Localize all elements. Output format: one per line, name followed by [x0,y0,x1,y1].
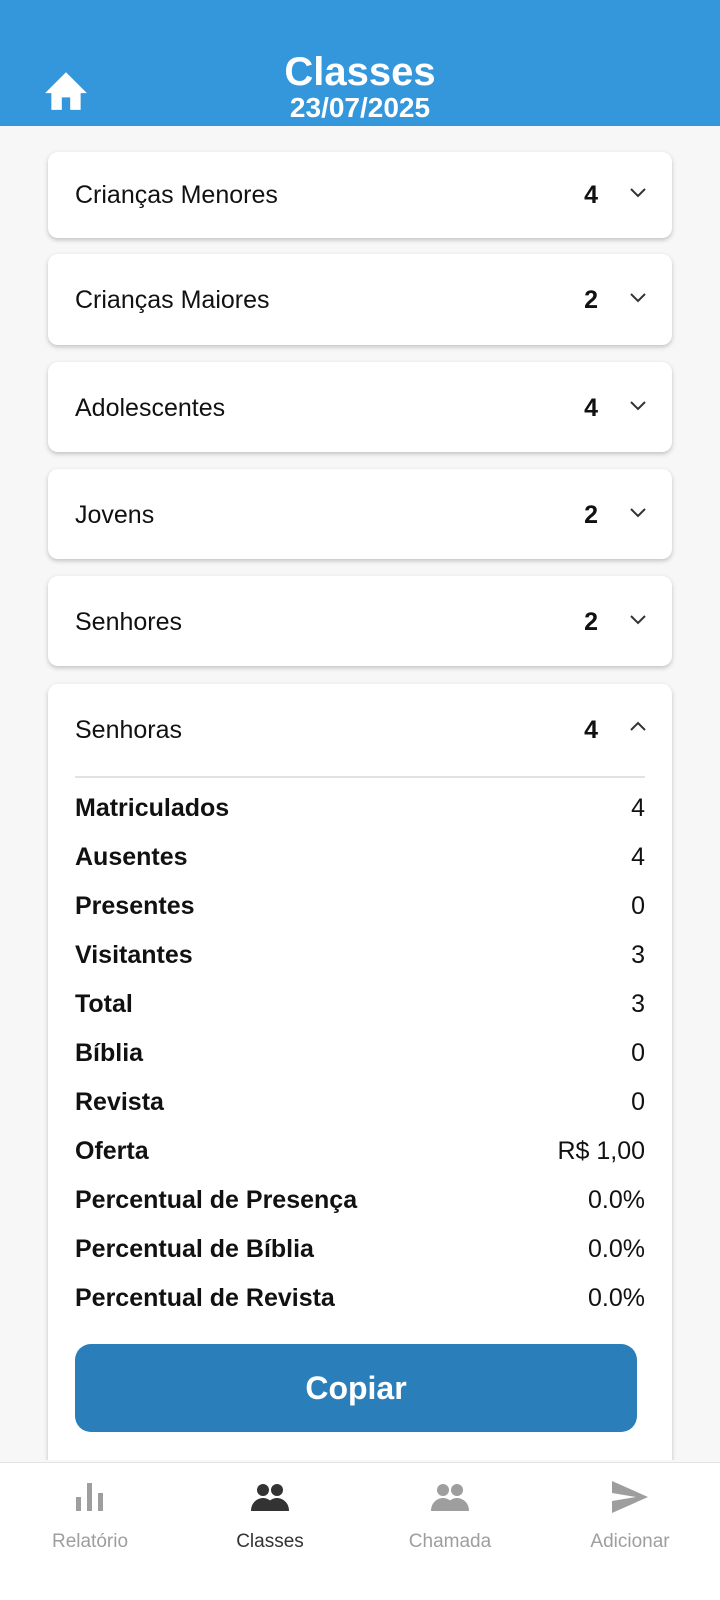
stat-value: 0 [631,892,645,920]
stat-row-biblia: Bíblia 0 [75,1029,645,1078]
stat-label: Percentual de Presença [75,1186,358,1214]
stat-label: Oferta [75,1137,149,1165]
nav-label: Adicionar [590,1531,670,1552]
class-card-adolescentes[interactable]: Adolescentes 4 [48,362,672,452]
nav-label: Classes [236,1531,304,1552]
class-count: 2 [584,501,598,529]
class-name: Senhores [75,608,183,636]
app-header: Classes 23/07/2025 [0,0,720,126]
class-count: 2 [584,608,598,636]
nav-label: Relatório [51,1531,129,1552]
class-card-jovens[interactable]: Jovens 2 [48,469,672,559]
stat-row-oferta: Oferta R$ 1,00 [75,1127,645,1176]
stat-value: 0 [631,1088,645,1116]
stat-row-matriculados: Matriculados 4 [75,784,645,833]
class-card-criancas-menores[interactable]: Crianças Menores 4 [48,152,672,238]
chevron-down-icon[interactable] [628,505,648,519]
class-name: Senhoras [75,716,183,744]
class-card-header[interactable]: Senhores 2 [48,576,672,668]
stat-label: Presentes [75,892,195,920]
stat-row-percentual-revista: Percentual de Revista 0.0% [75,1274,645,1323]
chevron-down-icon[interactable] [628,398,648,412]
class-card-header[interactable]: Jovens 2 [48,469,672,561]
nav-item-classes[interactable]: Classes [180,1463,360,1600]
stat-label: Bíblia [75,1039,144,1067]
stat-row-percentual-biblia: Percentual de Bíblia 0.0% [75,1225,645,1274]
divider [75,776,645,778]
stat-value: 0.0% [588,1284,645,1312]
stat-row-revista: Revista 0 [75,1078,645,1127]
class-count: 4 [584,181,598,209]
nav-item-adicionar[interactable]: Adicionar [540,1463,720,1600]
stat-value: 3 [631,990,645,1018]
chevron-down-icon[interactable] [628,290,648,304]
stat-label: Matriculados [75,794,230,822]
class-card-header[interactable]: Crianças Maiores 2 [48,254,672,346]
stat-value: 0.0% [588,1186,645,1214]
class-card-header[interactable]: Senhoras 4 [48,684,672,776]
nav-label: Chamada [408,1531,492,1552]
class-name: Adolescentes [75,394,226,422]
nav-item-chamada[interactable]: Chamada [360,1463,540,1600]
class-count: 4 [584,716,598,744]
stat-value: 0 [631,1039,645,1067]
nav-item-relatorio[interactable]: Relatório [0,1463,180,1600]
send-icon [612,1481,648,1513]
class-card-senhoras[interactable]: Senhoras 4 Matriculados 4 Ausentes 4 Pre… [48,684,672,1460]
stat-value: 4 [631,794,645,822]
stat-label: Total [75,990,133,1018]
bottom-nav: Relatório Classes Chamada Adicionar [0,1462,720,1600]
group-icon [251,1484,289,1511]
class-count: 4 [584,394,598,422]
chevron-up-icon[interactable] [628,720,648,734]
page-title: Classes [284,50,436,94]
stat-row-presentes: Presentes 0 [75,882,645,931]
chevron-down-icon[interactable] [628,185,648,199]
stat-label: Percentual de Bíblia [75,1235,314,1263]
class-card-header[interactable]: Crianças Menores 4 [48,149,672,241]
stat-value: 4 [631,843,645,871]
stat-row-total: Total 3 [75,980,645,1029]
class-card-senhores[interactable]: Senhores 2 [48,576,672,666]
stat-value: R$ 1,00 [557,1137,645,1165]
stat-row-ausentes: Ausentes 4 [75,833,645,882]
class-card-header[interactable]: Adolescentes 4 [48,362,672,454]
page-date: 23/07/2025 [289,92,431,123]
stat-label: Revista [75,1088,164,1116]
class-card-criancas-maiores[interactable]: Crianças Maiores 2 [48,254,672,345]
stat-label: Ausentes [75,843,188,871]
class-list: Crianças Menores 4 Crianças Maiores 2 Ad… [0,126,720,1460]
stat-value: 0.0% [588,1235,645,1263]
stat-label: Visitantes [75,941,193,969]
class-name: Crianças Menores [75,181,278,209]
copy-button[interactable]: Copiar [75,1344,637,1432]
class-name: Jovens [75,501,155,529]
stat-label: Percentual de Revista [75,1284,335,1312]
class-count: 2 [584,286,598,314]
class-name: Crianças Maiores [75,286,270,314]
chevron-down-icon[interactable] [628,612,648,626]
bar-chart-icon [76,1483,103,1511]
stat-row-visitantes: Visitantes 3 [75,931,645,980]
stat-value: 3 [631,941,645,969]
stat-row-percentual-presenca: Percentual de Presença 0.0% [75,1176,645,1225]
group-icon [431,1484,469,1511]
